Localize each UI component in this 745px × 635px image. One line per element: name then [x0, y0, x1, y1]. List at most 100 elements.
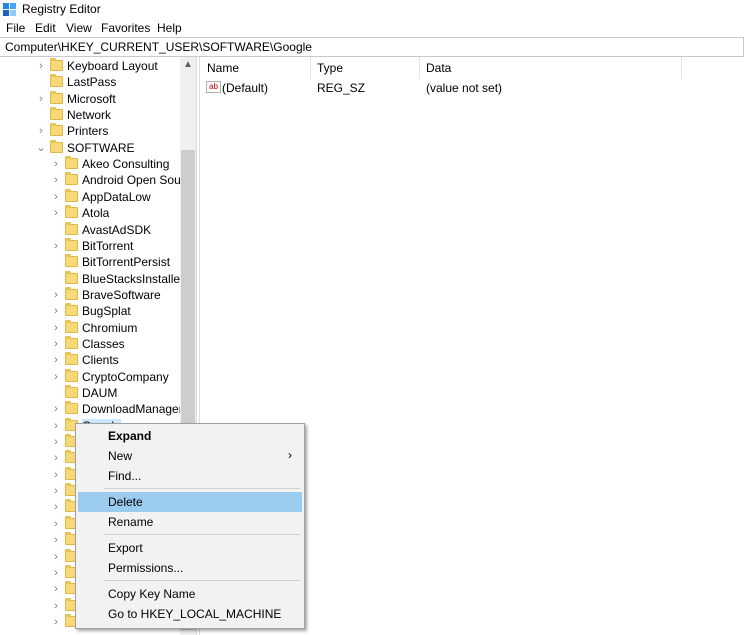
- tree-item-android-open-sourc[interactable]: › Android Open Sourc: [0, 172, 191, 188]
- context-menu-label: Export: [108, 541, 143, 555]
- menu-separator: [104, 534, 300, 535]
- tree-item-network[interactable]: Network: [0, 107, 180, 123]
- chevron-right-icon[interactable]: ›: [51, 156, 61, 172]
- chevron-right-icon[interactable]: [51, 254, 61, 270]
- context-menu-copy-key-name[interactable]: Copy Key Name: [78, 584, 302, 604]
- tree-item-label: LastPass: [67, 75, 117, 90]
- context-menu-label: Find...: [108, 469, 142, 483]
- tree-item-avastadsdk[interactable]: AvastAdSDK: [0, 221, 180, 238]
- menu-help[interactable]: Help: [157, 21, 182, 35]
- tree-item-akeo-consulting[interactable]: › Akeo Consulting: [0, 156, 180, 172]
- tree-item-label: CryptoCompany: [82, 369, 169, 384]
- tree-item-keyboard-layout[interactable]: › Keyboard Layout: [0, 58, 180, 74]
- tree-item-software[interactable]: ⌄ SOFTWARE: [0, 139, 180, 156]
- context-menu-new[interactable]: New ›: [78, 446, 302, 466]
- chevron-right-icon[interactable]: ›: [51, 549, 61, 565]
- tree-item-daum[interactable]: DAUM: [0, 385, 180, 401]
- chevron-right-icon[interactable]: ›: [51, 287, 61, 303]
- address-bar[interactable]: Computer\HKEY_CURRENT_USER\SOFTWARE\Goog…: [0, 37, 744, 57]
- tree-item-appdatalow[interactable]: › AppDataLow: [0, 188, 180, 205]
- tree-item-lastpass[interactable]: LastPass: [0, 74, 180, 90]
- chevron-right-icon[interactable]: ›: [36, 91, 46, 107]
- folder-icon: [50, 139, 63, 153]
- folder-icon: [65, 254, 78, 268]
- chevron-right-icon[interactable]: ›: [51, 434, 61, 450]
- chevron-right-icon[interactable]: ›: [51, 401, 61, 417]
- context-menu-permissions[interactable]: Permissions...: [78, 558, 302, 578]
- chevron-right-icon[interactable]: ›: [51, 614, 61, 630]
- chevron-right-icon[interactable]: ›: [51, 336, 61, 352]
- tree-item-label: Chromium: [82, 320, 138, 335]
- folder-icon: [65, 385, 78, 398]
- chevron-right-icon[interactable]: ›: [51, 450, 61, 466]
- chevron-right-icon[interactable]: [36, 107, 46, 123]
- context-menu-expand[interactable]: Expand: [78, 426, 302, 446]
- context-menu-export[interactable]: Export: [78, 538, 302, 558]
- chevron-right-icon[interactable]: ›: [51, 189, 61, 205]
- tree-item-bittorrentpersist[interactable]: BitTorrentPersist: [0, 254, 180, 270]
- tree-item-printers[interactable]: › Printers: [0, 123, 180, 139]
- tree-item-downloadmanager[interactable]: › DownloadManager: [0, 401, 183, 417]
- chevron-right-icon[interactable]: ›: [51, 320, 61, 336]
- menu-favorites[interactable]: Favorites: [101, 21, 150, 35]
- menu-file[interactable]: File: [6, 21, 25, 35]
- tree-item-bravesoftware[interactable]: › BraveSoftware: [0, 286, 180, 303]
- column-header-name[interactable]: Name: [201, 57, 311, 79]
- chevron-right-icon[interactable]: [51, 385, 61, 401]
- folder-icon: [50, 107, 63, 121]
- context-menu-go-to-hkey-local-machine[interactable]: Go to HKEY_LOCAL_MACHINE: [78, 604, 302, 624]
- chevron-right-icon[interactable]: ›: [51, 598, 61, 614]
- chevron-right-icon[interactable]: ›: [51, 369, 61, 385]
- column-header-data[interactable]: Data: [420, 57, 682, 79]
- tree-item-label: Network: [67, 108, 112, 123]
- context-menu-delete[interactable]: Delete: [78, 492, 302, 512]
- tree-item-microsoft[interactable]: › Microsoft: [0, 90, 180, 107]
- chevron-right-icon[interactable]: ›: [51, 532, 61, 548]
- scroll-up-arrow-icon[interactable]: ▲: [180, 57, 196, 73]
- chevron-right-icon[interactable]: ›: [51, 352, 61, 368]
- chevron-right-icon[interactable]: ›: [36, 58, 46, 74]
- chevron-right-icon[interactable]: [36, 74, 46, 90]
- chevron-right-icon[interactable]: ›: [51, 172, 61, 188]
- menu-edit[interactable]: Edit: [35, 21, 56, 35]
- folder-icon: [65, 335, 78, 349]
- tree-item-cryptocompany[interactable]: › CryptoCompany: [0, 368, 180, 385]
- context-menu-rename[interactable]: Rename: [78, 512, 302, 532]
- folder-icon: [50, 90, 63, 104]
- menu-separator: [104, 580, 300, 581]
- tree-item-bluestacksinstaller[interactable]: BlueStacksInstaller: [0, 270, 184, 287]
- chevron-right-icon[interactable]: ›: [51, 565, 61, 581]
- chevron-right-icon[interactable]: ›: [51, 205, 61, 221]
- tree-item-clients[interactable]: › Clients: [0, 352, 180, 368]
- tree-item-classes[interactable]: › Classes: [0, 335, 180, 352]
- chevron-right-icon[interactable]: ›: [51, 581, 61, 597]
- tree-item-label: Keyboard Layout: [67, 59, 158, 73]
- tree-item-chromium[interactable]: › Chromium: [0, 319, 180, 336]
- tree-item-bittorrent[interactable]: › BitTorrent: [0, 237, 180, 254]
- context-menu-label: New: [108, 449, 133, 463]
- chevron-right-icon[interactable]: ›: [51, 418, 61, 434]
- tree-item-bugsplat[interactable]: › BugSplat: [0, 303, 180, 319]
- address-path[interactable]: Computer\HKEY_CURRENT_USER\SOFTWARE\Goog…: [5, 40, 312, 54]
- chevron-right-icon[interactable]: ›: [51, 467, 61, 483]
- column-header-type[interactable]: Type: [311, 57, 420, 79]
- chevron-right-icon[interactable]: [51, 271, 61, 287]
- chevron-right-icon[interactable]: [51, 222, 61, 238]
- folder-icon: [65, 237, 78, 251]
- value-row[interactable]: ab (Default) REG_SZ (value not set): [201, 79, 745, 97]
- chevron-right-icon[interactable]: ›: [36, 123, 46, 139]
- window-title: Registry Editor: [22, 2, 101, 16]
- chevron-down-icon[interactable]: ⌄: [36, 140, 46, 156]
- tree-item-atola[interactable]: › Atola: [0, 205, 180, 221]
- folder-icon: [65, 221, 78, 235]
- chevron-right-icon[interactable]: ›: [51, 483, 61, 499]
- tree-item-label: BitTorrentPersist: [82, 255, 171, 270]
- chevron-right-icon[interactable]: ›: [51, 303, 61, 319]
- menu-view[interactable]: View: [66, 21, 92, 35]
- string-value-icon: ab: [206, 81, 221, 93]
- context-menu-find[interactable]: Find...: [78, 466, 302, 486]
- chevron-right-icon[interactable]: ›: [51, 516, 61, 532]
- chevron-right-icon[interactable]: ›: [51, 499, 61, 515]
- value-type: REG_SZ: [317, 81, 366, 95]
- chevron-right-icon[interactable]: ›: [51, 238, 61, 254]
